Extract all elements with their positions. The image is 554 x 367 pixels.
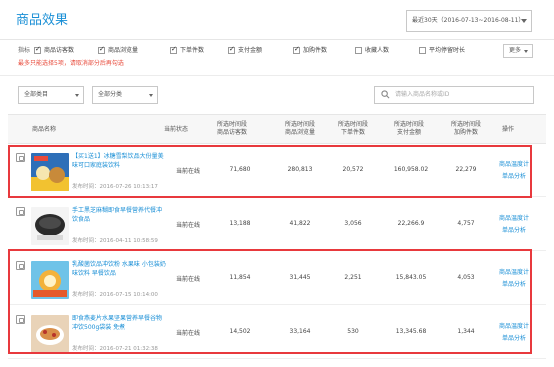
col-cart[interactable]: 所选时间段 加购件数 — [440, 121, 492, 137]
temperature-link[interactable]: 商品温度计 — [494, 213, 534, 222]
metric-cart-checkbox[interactable]: 加购件数 — [293, 45, 327, 57]
metric-views-checkbox[interactable]: 商品浏览量 — [98, 45, 138, 57]
table-header: 商品名称 当前状态 所选时间段 商品访客数 所选时间段 商品浏览量 所选时间段 … — [8, 114, 546, 144]
chevron-down-icon — [524, 50, 528, 53]
more-dropdown[interactable]: 更多 — [503, 44, 533, 58]
chevron-down-icon — [149, 94, 153, 97]
col-visitors[interactable]: 所选时间段 商品访客数 — [206, 121, 258, 137]
checkbox-checked-icon — [34, 45, 41, 54]
header: 商品效果 最近30天（2016-07-13~2016-08-11） — [0, 0, 554, 40]
status-cell: 当前在线 — [175, 222, 200, 229]
divider — [0, 75, 554, 76]
highlight-box-top — [8, 145, 532, 198]
chevron-down-icon — [521, 19, 527, 23]
date-range-picker[interactable]: 最近30天（2016-07-13~2016-08-11） — [406, 10, 532, 32]
orders-cell: 3,056 — [344, 220, 362, 227]
category-select[interactable]: 全部类目 — [18, 86, 84, 104]
goods-performance-page: 商品效果 最近30天（2016-07-13~2016-08-11） 指标 商品访… — [0, 0, 554, 367]
metrics-selector: 指标 商品访客数 商品浏览量 下单件数 支付金额 加购件数 收藏人数 平均停留时… — [18, 45, 538, 57]
visitors-cell: 13,188 — [229, 220, 251, 227]
chevron-down-icon — [75, 94, 79, 97]
col-name: 商品名称 — [32, 126, 57, 133]
metric-payment-checkbox[interactable]: 支付金额 — [228, 45, 262, 57]
search-icon[interactable] — [381, 90, 390, 99]
views-cell: 41,822 — [289, 220, 311, 227]
page-title: 商品效果 — [16, 13, 69, 28]
checkbox-checked-icon — [170, 45, 177, 54]
metric-stay-time-checkbox[interactable]: 平均停留时长 — [419, 45, 465, 57]
payment-cell: 22,266.9 — [397, 220, 425, 227]
col-views[interactable]: 所选时间段 商品浏览量 — [274, 121, 326, 137]
checkbox-checked-icon — [293, 45, 300, 54]
metric-visitors-checkbox[interactable]: 商品访客数 — [34, 45, 74, 57]
checkbox-empty-icon — [419, 47, 426, 54]
checkbox-checked-icon — [228, 45, 235, 54]
table-row: 手工黑芝麻糊即食早餐营养代餐冲饮食品 发布时间：2016-04-11 10:58… — [8, 200, 546, 251]
metrics-label: 指标 — [18, 47, 31, 54]
checkbox-checked-icon — [98, 45, 105, 54]
col-payment[interactable]: 所选时间段 支付金额 — [383, 121, 435, 137]
metric-favorites-checkbox[interactable]: 收藏人数 — [355, 45, 389, 57]
publish-time: 发布时间：2016-04-11 10:58:59 — [72, 238, 158, 244]
checkbox-empty-icon — [355, 47, 362, 54]
date-range-label: 最近30天（2016-07-13~2016-08-11） — [412, 17, 525, 24]
col-ops: 操作 — [502, 126, 515, 133]
cart-cell: 4,757 — [457, 220, 475, 227]
col-status: 当前状态 — [164, 126, 189, 133]
search-input[interactable]: 请输入商品名称或ID — [374, 86, 534, 104]
product-thumbnail[interactable] — [31, 207, 69, 245]
mobile-icon — [16, 207, 25, 216]
search-placeholder: 请输入商品名称或ID — [395, 91, 450, 98]
analysis-link[interactable]: 单品分析 — [494, 225, 534, 234]
metrics-warning: 最多只能选择5项，请取消部分后再勾选 — [18, 60, 124, 67]
type-select[interactable]: 全部分类 — [92, 86, 158, 104]
highlight-box-bottom — [8, 249, 532, 354]
metric-orders-checkbox[interactable]: 下单件数 — [170, 45, 204, 57]
col-orders[interactable]: 所选时间段 下单件数 — [327, 121, 379, 137]
product-title[interactable]: 手工黑芝麻糊即食早餐营养代餐冲饮食品 — [72, 206, 166, 224]
